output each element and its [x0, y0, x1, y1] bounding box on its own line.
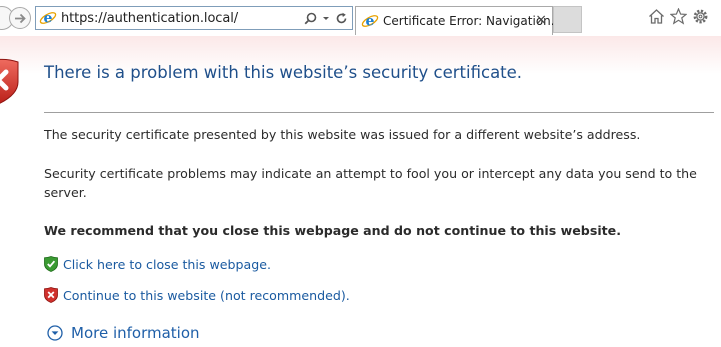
home-icon[interactable] [648, 8, 665, 25]
tab-certificate-error[interactable]: e Certificate Error: Navigation... × [355, 6, 562, 35]
certificate-warning-text: Security certificate problems may indica… [44, 166, 697, 200]
forward-button[interactable] [9, 7, 31, 29]
title-divider [44, 112, 714, 113]
browser-right-icons [648, 8, 709, 25]
browser-toolbar: e https://authentication.local/ e Certif… [0, 0, 721, 36]
search-icon[interactable] [304, 12, 317, 25]
svg-text:e: e [44, 11, 53, 27]
browser-window: e https://authentication.local/ e Certif… [0, 0, 721, 347]
page-title: There is a problem with this website’s s… [44, 63, 523, 82]
address-bar[interactable]: e https://authentication.local/ [35, 6, 353, 30]
ie-logo-icon: e [39, 11, 57, 27]
recommendation-text: We recommend that you close this webpage… [44, 223, 621, 238]
url-text[interactable]: https://authentication.local/ [61, 11, 238, 26]
error-shield-icon [0, 58, 19, 104]
svg-text:e: e [366, 14, 375, 30]
continue-website-row: Continue to this website (not recommende… [44, 287, 350, 303]
tab-close-button[interactable]: × [535, 12, 547, 28]
settings-icon[interactable] [692, 8, 709, 25]
dropdown-arrow-icon[interactable] [322, 12, 330, 25]
forward-arrow-icon [15, 13, 26, 24]
red-shield-icon [44, 287, 58, 303]
continue-website-link[interactable]: Continue to this website (not recommende… [63, 288, 350, 303]
green-shield-icon [44, 256, 58, 272]
ie-logo-icon: e [361, 14, 379, 30]
close-webpage-row: Click here to close this webpage. [44, 256, 271, 272]
refresh-icon[interactable] [335, 12, 348, 25]
more-information-toggle[interactable]: More information [47, 324, 200, 342]
expand-circle-icon[interactable] [47, 325, 63, 341]
favorites-icon[interactable] [670, 8, 687, 25]
address-bar-controls [304, 10, 348, 27]
certificate-mismatch-text: The security certificate presented by th… [44, 127, 641, 142]
certificate-error-page: There is a problem with this website’s s… [0, 36, 721, 347]
new-tab-button[interactable] [553, 6, 582, 33]
close-webpage-link[interactable]: Click here to close this webpage. [63, 257, 271, 272]
more-information-label[interactable]: More information [71, 324, 200, 342]
